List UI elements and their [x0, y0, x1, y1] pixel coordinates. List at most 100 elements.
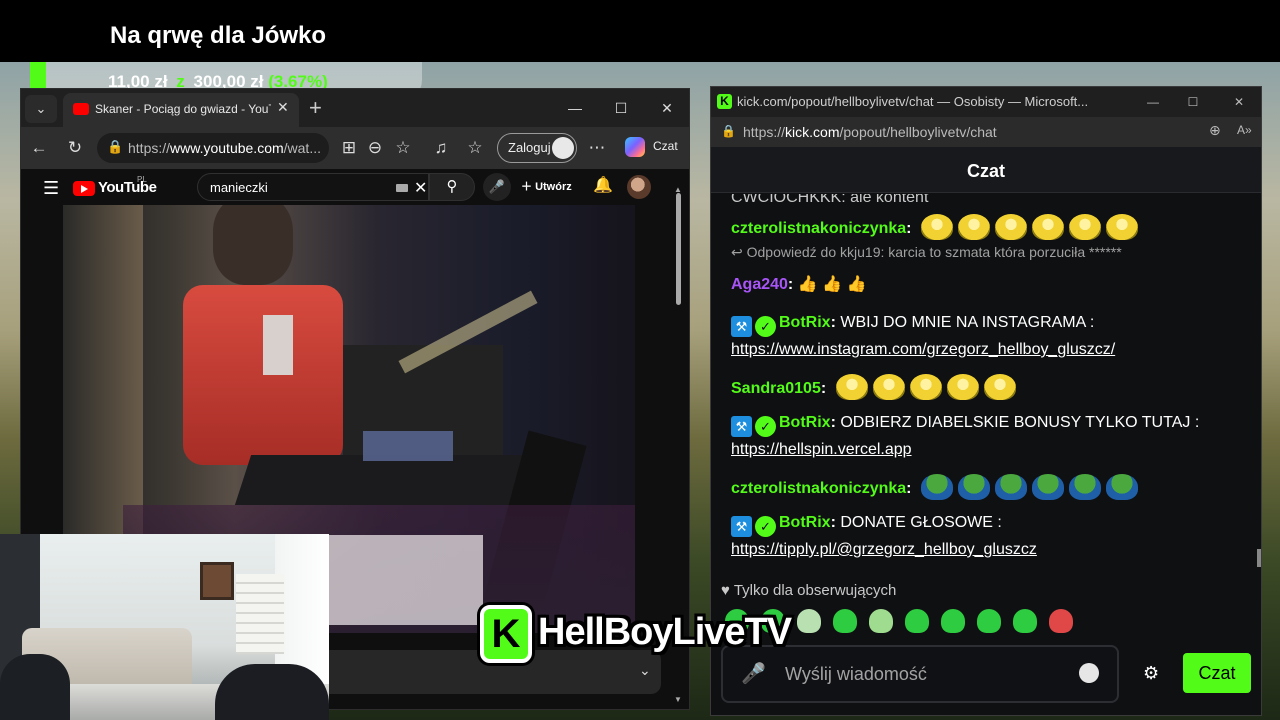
chat-username[interactable]: Aga240: [731, 276, 788, 293]
pepe-frog-emote-icon: [920, 474, 953, 500]
signin-button[interactable]: Zaloguj: [497, 133, 577, 163]
emote-icon[interactable]: [1049, 609, 1073, 633]
kick-url-text: https://kick.com/popout/hellboylivetv/ch…: [743, 124, 997, 140]
chat-message-text: ODBIERZ DIABELSKIE BONUSY TYLKO TUTAJ :: [840, 414, 1200, 431]
video-shirt: [263, 315, 293, 375]
emote-icon[interactable]: [905, 609, 929, 633]
yellow-blob-emote-icon: [920, 214, 953, 240]
chat-message: ⚒ ✓ BotRix: DONATE GŁOSOWE : https://tippl…: [731, 514, 1037, 558]
media-control-icon[interactable]: ♫: [429, 136, 453, 160]
chat-message-text: WBIJ DO MNIE NA INSTAGRAMA :: [840, 314, 1095, 331]
emote-icon[interactable]: [977, 609, 1001, 633]
verified-badge-icon: ✓: [755, 516, 776, 537]
chat-message-cutoff: CWCIOCHKKK: ale kontent: [731, 194, 929, 206]
youtube-logo-text[interactable]: YouTube: [98, 179, 157, 196]
chat-username[interactable]: BotRix: [779, 314, 831, 331]
refresh-icon[interactable]: ↻: [63, 136, 87, 160]
favorite-star-icon[interactable]: ☆: [391, 136, 415, 160]
chat-username[interactable]: czterolistnakoniczynka: [731, 220, 906, 237]
kick-titlebar: K kick.com/popout/hellboylivetv/chat — O…: [711, 87, 1261, 117]
video-keyboard-screen: [363, 431, 453, 461]
emote-icon[interactable]: [797, 609, 821, 633]
zoom-icon[interactable]: ⊖: [363, 136, 387, 160]
chat-message: Aga240: 👍 👍 👍: [731, 276, 867, 293]
chat-message-text: DONATE GŁOSOWE :: [840, 514, 1002, 531]
edge-tab-bar: ⌄ Skaner - Pociąg do gwiazd - YouTube ✕ …: [21, 89, 689, 127]
create-button[interactable]: ＋ Utwórz: [521, 178, 572, 194]
account-avatar[interactable]: [627, 175, 651, 199]
webcam-chair-right: [215, 664, 329, 720]
notifications-bell-icon[interactable]: 🔔: [593, 175, 613, 195]
yellow-blob-emote-icon: [835, 374, 868, 400]
webcam-overlay: [0, 534, 329, 720]
emote-icon[interactable]: [833, 609, 857, 633]
scroll-down-icon[interactable]: ▼: [674, 695, 682, 704]
chat-message-list[interactable]: CWCIOCHKKK: ale kontent czterolistnakoni…: [711, 194, 1251, 574]
read-aloud-icon[interactable]: A»: [1237, 123, 1252, 137]
chat-link[interactable]: https://tipply.pl/@grzegorz_hellboy_glus…: [731, 541, 1037, 558]
tab-title: Skaner - Pociąg do gwiazd - YouTube: [95, 102, 271, 116]
moderator-badge-icon: ⚒: [731, 416, 752, 437]
webcam-stack: [236, 574, 284, 654]
maximize-icon[interactable]: ☐: [1177, 92, 1209, 112]
chat-scrollbar-thumb[interactable]: [1257, 549, 1261, 567]
emoji-picker-icon[interactable]: [1079, 663, 1099, 683]
pepe-frog-emote-icon: [1068, 474, 1101, 500]
chat-header: Czat: [711, 147, 1261, 193]
webcam-chair-left: [0, 654, 70, 720]
lock-icon: 🔒: [721, 124, 736, 138]
chat-username[interactable]: BotRix: [779, 414, 831, 431]
chat-link[interactable]: https://hellspin.vercel.app: [731, 441, 912, 458]
search-icon[interactable]: ⚲: [429, 173, 475, 201]
clear-search-icon[interactable]: ✕: [414, 178, 427, 198]
video-keyboard: [234, 455, 552, 505]
hamburger-menu-icon[interactable]: ☰: [43, 178, 59, 199]
close-window-icon[interactable]: ✕: [1223, 92, 1255, 112]
chat-settings-gear-icon[interactable]: ⚙: [1143, 663, 1159, 684]
kick-brand-logo-icon: K: [480, 605, 532, 663]
chat-message-text: 👍 👍 👍: [797, 276, 867, 293]
new-tab-icon[interactable]: +: [309, 95, 322, 121]
minimize-icon[interactable]: —: [555, 95, 595, 121]
voice-search-icon[interactable]: 🎤: [483, 173, 511, 201]
maximize-icon[interactable]: ☐: [601, 95, 641, 121]
tab-close-icon[interactable]: ✕: [277, 99, 289, 116]
emote-icon[interactable]: [1013, 609, 1037, 633]
tab-youtube[interactable]: Skaner - Pociąg do gwiazd - YouTube ✕: [63, 93, 299, 127]
kick-address-bar[interactable]: 🔒 https://kick.com/popout/hellboylivetv/…: [711, 117, 1261, 147]
kick-window-title: kick.com/popout/hellboylivetv/chat — Oso…: [737, 94, 1089, 109]
chat-username[interactable]: Sandra0105: [731, 380, 821, 397]
followers-only-notice: ♥ Tylko dla obserwujących: [721, 582, 897, 599]
close-window-icon[interactable]: ✕: [647, 95, 687, 121]
tab-actions-menu-icon[interactable]: ⌄: [25, 95, 57, 123]
scrollbar-thumb[interactable]: [676, 193, 681, 305]
back-icon[interactable]: ←: [27, 136, 51, 160]
channel-brand: K HellBoyLiveTV: [480, 603, 796, 665]
yellow-blob-emote-icon: [1068, 214, 1101, 240]
chat-username[interactable]: BotRix: [779, 514, 831, 531]
youtube-region-label: PL: [137, 175, 147, 184]
minimize-icon[interactable]: —: [1137, 92, 1169, 112]
favorites-list-icon[interactable]: ☆: [463, 136, 487, 160]
youtube-logo-icon[interactable]: [73, 181, 95, 196]
verified-badge-icon: ✓: [755, 416, 776, 437]
search-input[interactable]: manieczki ✕: [197, 173, 429, 201]
chat-send-button[interactable]: Czat: [1183, 653, 1251, 693]
copilot-label[interactable]: Czat: [653, 139, 678, 153]
chat-message: czterolistnakoniczynka:: [731, 474, 1231, 502]
address-bar-text: https://www.youtube.com/wat...: [128, 140, 321, 156]
emote-icon[interactable]: [941, 609, 965, 633]
chat-username[interactable]: czterolistnakoniczynka: [731, 480, 906, 497]
chat-link[interactable]: https://www.instagram.com/grzegorz_hellb…: [731, 341, 1115, 358]
copilot-icon[interactable]: [625, 137, 645, 157]
chat-title: Czat: [966, 161, 1005, 181]
reply-reference[interactable]: ↩ Odpowiedź do kkju19: karcia to szmata …: [731, 244, 1122, 261]
address-bar[interactable]: 🔒 https://www.youtube.com/wat...: [97, 133, 329, 163]
yellow-blob-emote-icon: [872, 374, 905, 400]
emote-icon[interactable]: [869, 609, 893, 633]
more-options-icon[interactable]: ⋯: [585, 136, 609, 160]
yellow-blob-emote-icon: [994, 214, 1027, 240]
apps-icon[interactable]: ⊞: [337, 136, 361, 160]
keyboard-icon[interactable]: [396, 184, 408, 192]
zoom-icon[interactable]: ⊕: [1209, 122, 1221, 139]
